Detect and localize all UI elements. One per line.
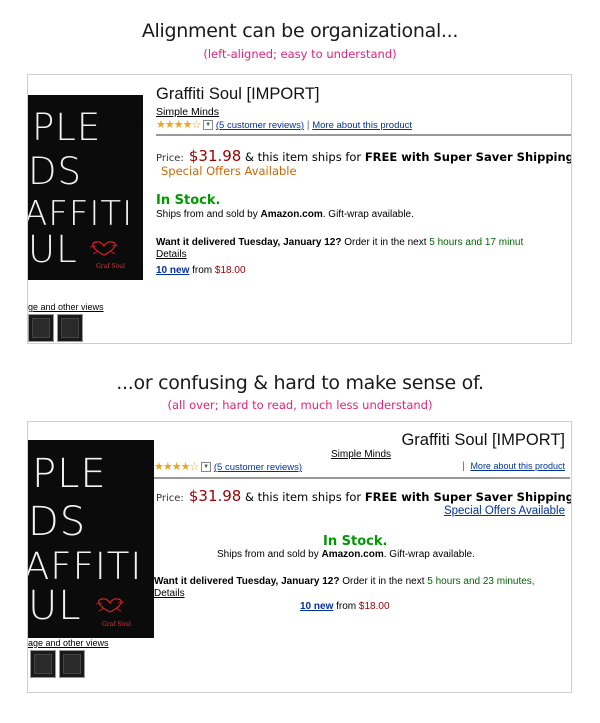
new-from-text: from <box>333 601 359 612</box>
price-value: $31.98 <box>188 487 242 505</box>
special-offers-link[interactable]: Special Offers Available <box>444 505 565 517</box>
sold-by-text: Ships from and sold by Amazon.com. Gift-… <box>156 209 414 220</box>
star-rating-icon: ★★★★☆ <box>156 119 201 131</box>
price-row: Price: $31.98 & this item ships for FREE… <box>156 146 572 165</box>
divider <box>154 477 570 479</box>
cover-word-4: UL <box>28 228 78 271</box>
album-cover-image[interactable]: PLE DS AFFITI UL Graf Sòul <box>28 440 154 638</box>
free-shipping-text: FREE with Super Saver Shipping. <box>364 490 572 504</box>
new-offers-row: 10 new from $18.00 <box>156 265 246 276</box>
customer-reviews-link[interactable]: (5 customer reviews) <box>214 462 302 473</box>
delivery-order-text: Order it in the next <box>341 237 430 248</box>
cover-word-3: AFFITI <box>28 194 134 234</box>
caption-top: (left-aligned; easy to understand) <box>203 47 397 61</box>
artist-link[interactable]: Simple Minds <box>156 106 219 118</box>
cover-signature: Graf Sòul <box>96 263 125 270</box>
new-offers-row: 10 new from $18.00 <box>300 601 390 612</box>
delivery-text: Want it delivered Tuesday, January 12? O… <box>156 237 523 248</box>
new-from-text: from <box>189 265 215 276</box>
sold-by-suffix: . Gift-wrap available. <box>322 209 414 220</box>
sold-by-text: Ships from and sold by Amazon.com. Gift-… <box>217 549 475 560</box>
in-stock-status: In Stock. <box>323 534 388 549</box>
thumbnail-2[interactable] <box>59 650 85 678</box>
sold-by-suffix: . Gift-wrap available. <box>383 549 475 560</box>
thumbnail-2[interactable] <box>57 314 83 342</box>
star-rating-icon: ★★★★☆ <box>154 461 199 473</box>
details-link[interactable]: Details <box>156 249 187 260</box>
other-views-link[interactable]: ge and other views <box>28 302 104 312</box>
cover-signature: Graf Sòul <box>102 621 131 628</box>
heading-bottom: ...or confusing & hard to make sense of. <box>116 372 484 394</box>
sold-by-prefix: Ships from and sold by <box>217 549 322 560</box>
price-value: $31.98 <box>188 147 242 165</box>
cover-word-3: AFFITI <box>28 545 143 588</box>
other-views-link[interactable]: age and other views <box>28 638 109 648</box>
caption-bottom: (all over; hard to read, much less under… <box>167 398 433 412</box>
cover-word-2: DS <box>28 499 87 545</box>
price-label: Price: <box>156 493 184 504</box>
new-price: $18.00 <box>358 601 390 612</box>
price-row: Price: $31.98 & this item ships for FREE… <box>156 486 572 505</box>
seller-name: Amazon.com <box>260 209 323 220</box>
thumbnail-1[interactable] <box>28 314 54 342</box>
delivery-countdown: 5 hours and 23 minutes, <box>427 576 535 587</box>
divider <box>156 134 571 136</box>
delivery-question: Want it delivered Tuesday, January 12? <box>156 237 342 248</box>
rating-dropdown-icon[interactable]: ▼ <box>201 462 212 473</box>
special-offers-link[interactable]: Special Offers Available <box>161 164 297 178</box>
more-about-row: | More about this product <box>462 461 565 472</box>
seller-name: Amazon.com <box>321 549 384 560</box>
details-link[interactable]: Details <box>154 588 185 599</box>
free-shipping-text: FREE with Super Saver Shipping. <box>364 150 572 164</box>
cover-word-1: PLE <box>32 451 107 497</box>
new-price: $18.00 <box>214 265 246 276</box>
delivery-countdown: 5 hours and 17 minut <box>429 237 524 248</box>
heading-top: Alignment can be organizational... <box>141 20 459 42</box>
separator: | <box>306 120 310 131</box>
cover-word-2: DS <box>28 150 82 193</box>
product-title: Graffiti Soul [IMPORT] <box>156 85 320 103</box>
customer-reviews-link[interactable]: (5 customer reviews) <box>216 120 304 131</box>
delivery-question: Want it delivered Tuesday, January 12? <box>154 576 340 587</box>
rating-row: ★★★★☆ ▼ (5 customer reviews) <box>154 460 302 473</box>
rating-row: ★★★★☆ ▼ (5 customer reviews) | More abou… <box>156 118 412 131</box>
sold-by-prefix: Ships from and sold by <box>156 209 261 220</box>
delivery-order-text: Order it in the next <box>339 576 428 587</box>
shipping-text: & this item ships for <box>241 490 365 504</box>
price-label: Price: <box>156 153 184 164</box>
thumbnail-1[interactable] <box>30 650 56 678</box>
product-panel-bottom: PLE DS AFFITI UL Graf Sòul Graffiti Soul… <box>27 421 572 693</box>
more-about-link[interactable]: More about this product <box>470 461 565 471</box>
new-offers-link[interactable]: 10 new <box>300 601 333 612</box>
new-offers-link[interactable]: 10 new <box>156 265 189 276</box>
shipping-text: & this item ships for <box>241 150 365 164</box>
cover-word-1: PLE <box>32 106 102 149</box>
rating-dropdown-icon[interactable]: ▼ <box>203 120 214 131</box>
album-cover-image[interactable]: PLE DS AFFITI UL Graf Sòul <box>28 95 143 280</box>
product-title: Graffiti Soul [IMPORT] <box>401 431 565 449</box>
cover-word-4: UL <box>28 583 82 629</box>
heart-mark-icon <box>95 598 125 613</box>
more-about-link[interactable]: More about this product <box>312 120 412 131</box>
in-stock-status: In Stock. <box>156 193 221 208</box>
artist-link[interactable]: Simple Minds <box>331 449 391 460</box>
heart-mark-icon <box>89 241 119 256</box>
product-panel-top: PLE DS AFFITI UL Graf Sòul Graffiti Soul… <box>27 74 572 344</box>
delivery-text: Want it delivered Tuesday, January 12? O… <box>154 576 535 587</box>
separator: | <box>462 461 465 472</box>
